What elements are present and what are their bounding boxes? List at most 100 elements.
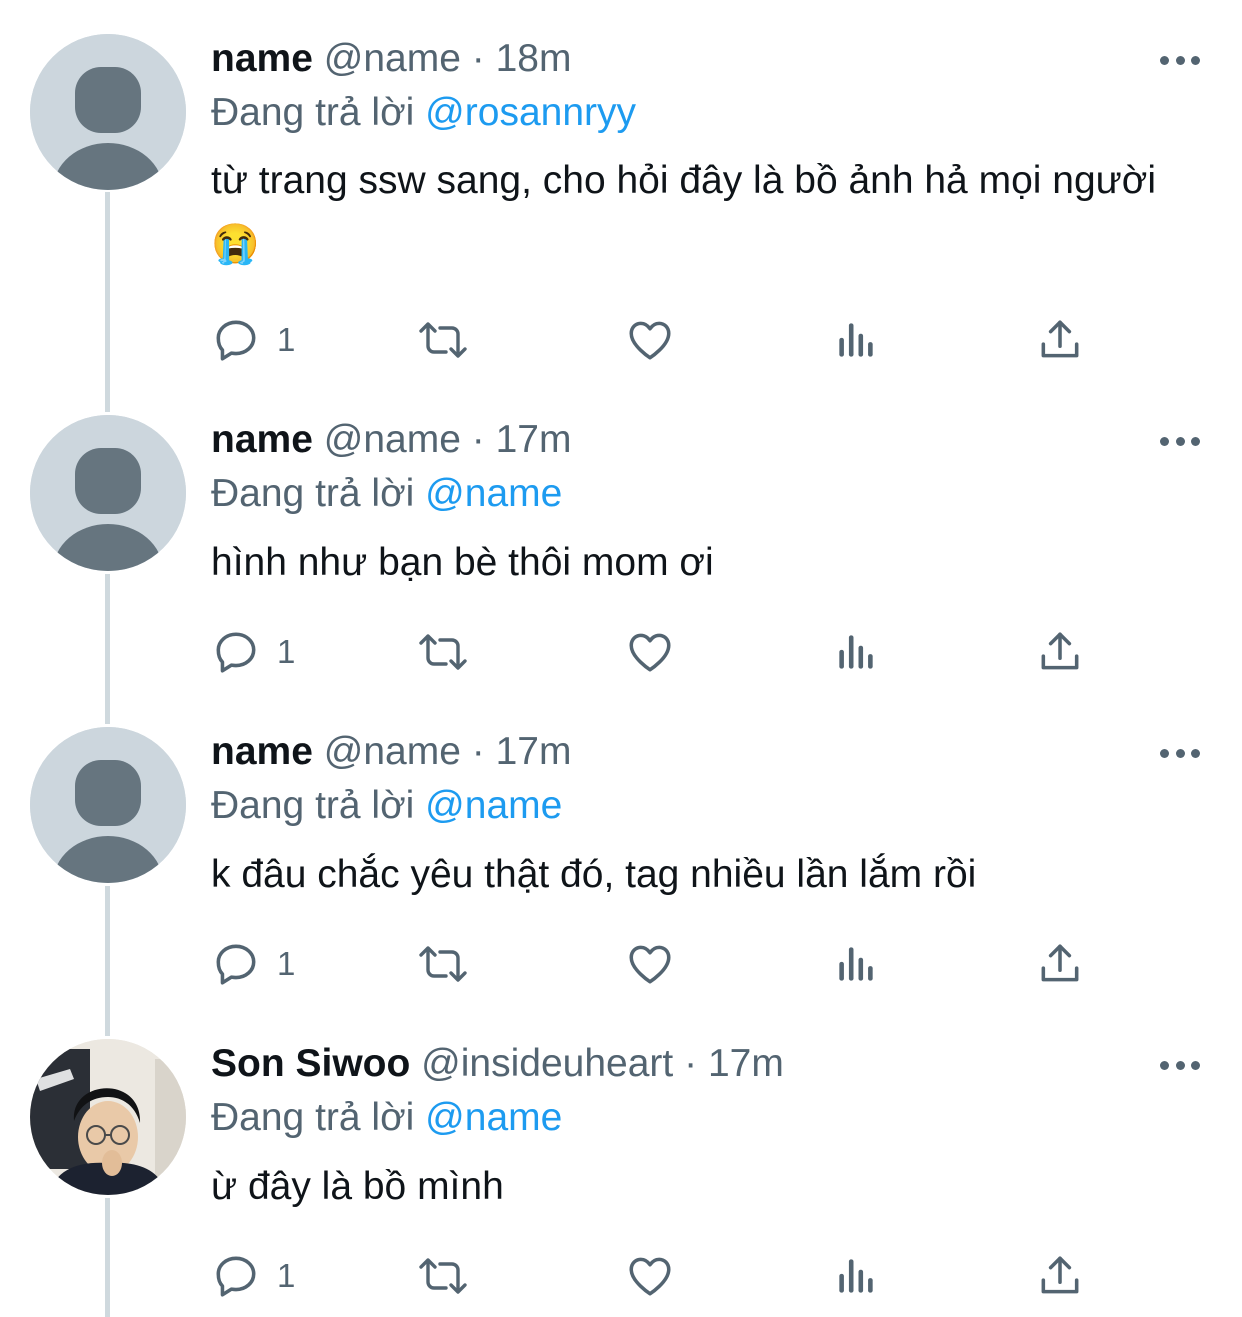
more-icon[interactable]	[1160, 1045, 1200, 1085]
share-button[interactable]	[1035, 939, 1085, 989]
retweet-icon	[419, 322, 467, 358]
retweet-icon	[419, 946, 467, 982]
like-icon	[629, 321, 671, 360]
avatar[interactable]	[30, 415, 186, 571]
reply-count: 1	[277, 633, 296, 670]
action-bar: 1	[211, 939, 1111, 989]
user-handle[interactable]: @insideuheart	[421, 1042, 673, 1085]
tweet[interactable]: name @name · 17m Đang trả lời @name hình…	[0, 415, 1242, 695]
reply-count: 1	[277, 1257, 296, 1294]
display-name[interactable]: name	[211, 37, 313, 80]
default-avatar-icon	[30, 727, 186, 883]
replying-to: Đang trả lời @name	[211, 783, 562, 829]
reply-icon	[216, 944, 256, 985]
mention-link[interactable]: @rosannryy	[425, 91, 636, 134]
like-button[interactable]	[625, 1251, 675, 1301]
more-icon[interactable]	[1160, 421, 1200, 461]
user-handle[interactable]: @name	[324, 730, 461, 773]
views-button[interactable]	[831, 627, 881, 677]
display-name[interactable]: Son Siwoo	[211, 1042, 410, 1085]
views-icon	[839, 635, 873, 669]
replying-to: Đang trả lời @name	[211, 1095, 562, 1141]
display-name[interactable]: name	[211, 730, 313, 773]
avatar[interactable]	[30, 34, 186, 190]
mention-link[interactable]: @name	[425, 1096, 562, 1139]
tweet-header: name @name · 17m	[211, 417, 571, 463]
like-button[interactable]	[625, 315, 675, 365]
separator-dot: ·	[471, 418, 485, 461]
action-bar: 1	[211, 315, 1111, 365]
retweet-button[interactable]	[415, 939, 471, 989]
retweet-icon	[419, 1258, 467, 1294]
separator-dot: ·	[684, 1042, 698, 1085]
mention-link[interactable]: @name	[425, 784, 562, 827]
tweet-text: hình như bạn bè thôi mom ơi	[211, 541, 714, 584]
profile-photo	[30, 1039, 186, 1195]
more-icon[interactable]	[1160, 40, 1200, 80]
reply-count: 1	[277, 321, 296, 358]
action-bar: 1	[211, 1251, 1111, 1301]
retweet-button[interactable]	[415, 1251, 471, 1301]
separator-dot: ·	[471, 730, 485, 773]
share-icon	[1041, 1256, 1079, 1294]
tweet[interactable]: name @name · 18m Đang trả lời @rosannryy…	[0, 34, 1242, 374]
views-button[interactable]	[831, 939, 881, 989]
reply-button[interactable]: 1	[211, 1251, 295, 1301]
views-icon	[839, 947, 873, 981]
share-button[interactable]	[1035, 1251, 1085, 1301]
tweet-header: name @name · 18m	[211, 36, 571, 82]
timestamp[interactable]: 17m	[496, 418, 572, 461]
tweet[interactable]: name @name · 17m Đang trả lời @name k đâ…	[0, 727, 1242, 1007]
views-icon	[839, 1259, 873, 1293]
like-button[interactable]	[625, 939, 675, 989]
reply-button[interactable]: 1	[211, 627, 295, 677]
reply-icon	[216, 1256, 256, 1297]
user-handle[interactable]: @name	[324, 37, 461, 80]
mention-link[interactable]: @name	[425, 472, 562, 515]
display-name[interactable]: name	[211, 418, 313, 461]
like-button[interactable]	[625, 627, 675, 677]
action-bar: 1	[211, 627, 1111, 677]
replying-to-label: Đang trả lời	[211, 91, 426, 134]
separator-dot: ·	[471, 37, 485, 80]
tweet-header: Son Siwoo @insideuheart · 17m	[211, 1041, 784, 1087]
retweet-icon	[419, 634, 467, 670]
reply-icon	[216, 320, 256, 361]
replying-to: Đang trả lời @name	[211, 471, 562, 517]
timestamp[interactable]: 17m	[496, 730, 572, 773]
replying-to-label: Đang trả lời	[211, 784, 426, 827]
timestamp[interactable]: 17m	[708, 1042, 784, 1085]
share-button[interactable]	[1035, 315, 1085, 365]
reply-button[interactable]: 1	[211, 939, 295, 989]
tweet[interactable]: Son Siwoo @insideuheart · 17m Đang trả l…	[0, 1039, 1242, 1317]
user-handle[interactable]: @name	[324, 418, 461, 461]
tweet-text: k đâu chắc yêu thật đó, tag nhiều lần lắ…	[211, 853, 977, 896]
avatar[interactable]	[30, 727, 186, 883]
default-avatar-icon	[30, 34, 186, 190]
reply-button[interactable]: 1	[211, 315, 295, 365]
views-button[interactable]	[831, 1251, 881, 1301]
tweet-text: ừ đây là bồ mình	[211, 1165, 504, 1208]
like-icon	[629, 945, 671, 984]
tweet-text: từ trang ssw sang, cho hỏi đây là bồ ảnh…	[211, 159, 1156, 266]
share-icon	[1041, 320, 1079, 358]
replying-to-label: Đang trả lời	[211, 1096, 426, 1139]
retweet-button[interactable]	[415, 315, 471, 365]
replying-to-label: Đang trả lời	[211, 472, 426, 515]
share-icon	[1041, 632, 1079, 670]
views-button[interactable]	[831, 315, 881, 365]
tweet-header: name @name · 17m	[211, 729, 571, 775]
timestamp[interactable]: 18m	[496, 37, 572, 80]
retweet-button[interactable]	[415, 627, 471, 677]
views-icon	[839, 323, 873, 357]
avatar[interactable]	[30, 1039, 186, 1195]
share-button[interactable]	[1035, 627, 1085, 677]
like-icon	[629, 1257, 671, 1296]
reply-count: 1	[277, 945, 296, 982]
default-avatar-icon	[30, 415, 186, 571]
replying-to: Đang trả lời @rosannryy	[211, 90, 636, 136]
share-icon	[1041, 944, 1079, 982]
more-icon[interactable]	[1160, 733, 1200, 773]
reply-icon	[216, 632, 256, 673]
like-icon	[629, 633, 671, 672]
